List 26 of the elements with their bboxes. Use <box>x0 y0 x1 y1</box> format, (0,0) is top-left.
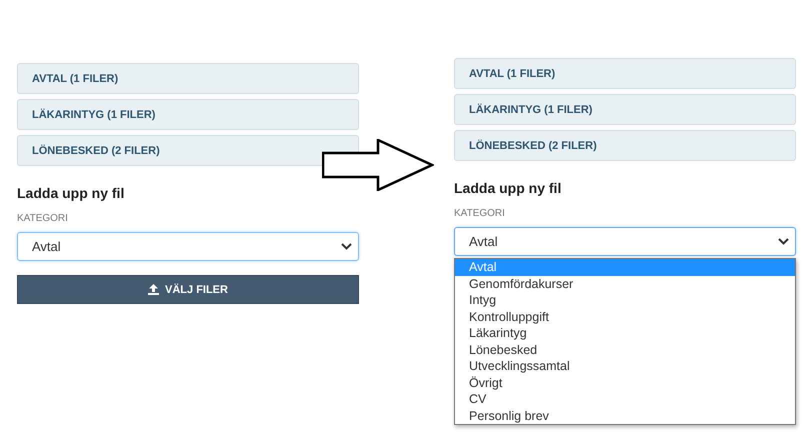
dropdown-option[interactable]: CV <box>455 391 795 408</box>
category-select[interactable]: Avtal <box>454 227 796 256</box>
category-select[interactable]: Avtal <box>17 232 359 261</box>
field-label: KATEGORI <box>454 208 506 219</box>
dropdown-option[interactable]: Personlig brev <box>455 408 795 424</box>
field-label: KATEGORI <box>17 213 69 224</box>
dropdown-option[interactable]: Genomfördakurser <box>455 276 795 292</box>
dropdown-option[interactable]: Övrigt <box>455 374 795 391</box>
accordion-header[interactable]: LÖNEBESKED (2 FILER) <box>454 130 796 161</box>
accordion-header[interactable]: AVTAL (1 FILER) <box>17 63 359 94</box>
choose-files-button[interactable]: VÄLJ FILER <box>17 275 359 304</box>
upload-icon <box>148 284 160 295</box>
section-heading: Ladda upp ny fil <box>17 185 126 201</box>
accordion-header[interactable]: LÄKARINTYG (1 FILER) <box>17 99 359 130</box>
dropdown-option[interactable]: Lönebesked <box>455 342 795 358</box>
arrow-right-icon <box>322 139 434 191</box>
dropdown-option[interactable]: Intyg <box>455 292 795 308</box>
section-heading: Ladda upp ny fil <box>454 180 562 196</box>
dropdown-option[interactable]: Kontrolluppgift <box>455 308 795 325</box>
accordion-header[interactable]: LÄKARINTYG (1 FILER) <box>454 94 796 125</box>
chevron-down-icon <box>778 238 789 245</box>
dropdown-option[interactable]: Läkarintyg <box>455 325 795 342</box>
chevron-down-icon <box>341 243 352 250</box>
accordion-header[interactable]: LÖNEBESKED (2 FILER) <box>17 135 359 166</box>
dropdown-option[interactable]: Utvecklingssamtal <box>455 358 795 374</box>
accordion-header[interactable]: AVTAL (1 FILER) <box>454 58 796 89</box>
